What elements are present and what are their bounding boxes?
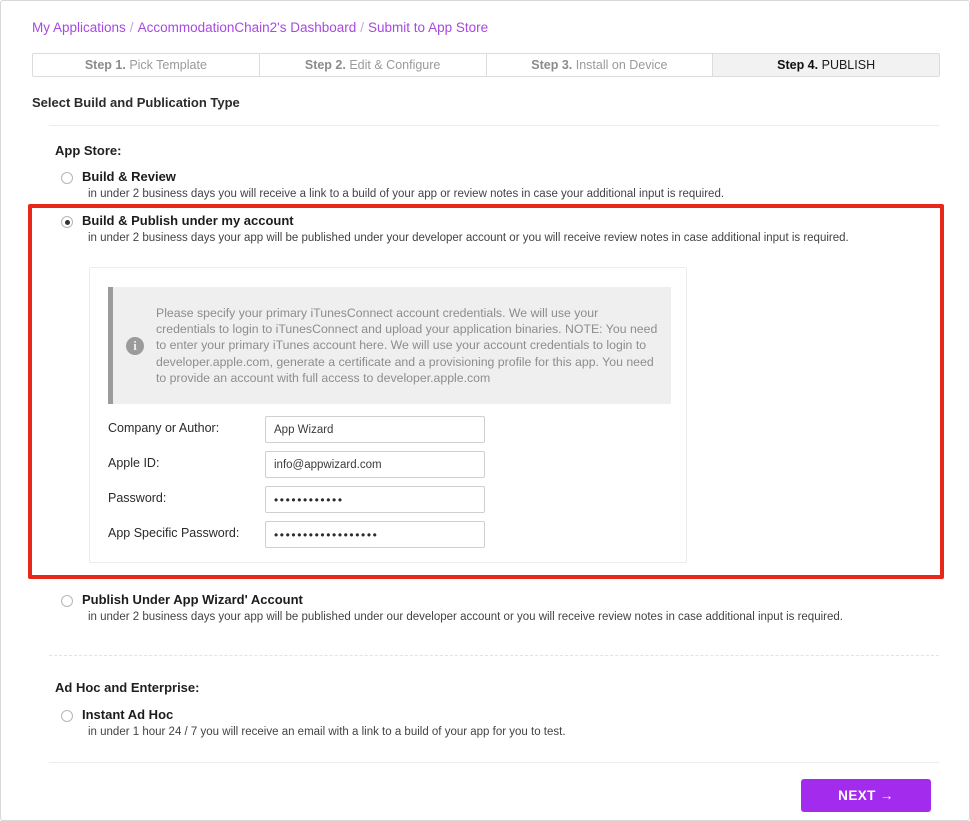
breadcrumb-item-dashboard[interactable]: AccommodationChain2's Dashboard — [138, 20, 357, 35]
tab-step-1-number: Step 1. — [84, 58, 126, 72]
field-row-app-specific-password: App Specific Password: — [108, 521, 671, 548]
wizard-steps: Step 1. Pick Template Step 2. Edit & Con… — [32, 53, 940, 77]
breadcrumb: My Applications / AccommodationChain2's Da… — [32, 20, 488, 35]
option-build-publish-desc: in under 2 business days your app will b… — [88, 232, 849, 244]
breadcrumb-separator: / — [129, 20, 134, 35]
tab-step-2[interactable]: Step 2. Edit & Configure — [260, 54, 487, 76]
radio-instant-ad-hoc[interactable] — [61, 710, 73, 722]
divider-footer — [49, 762, 939, 763]
label-app-specific-password: App Specific Password: — [108, 526, 240, 540]
tab-step-4[interactable]: Step 4. PUBLISH — [713, 54, 939, 76]
submit-to-app-store-page: My Applications / AccommodationChain2's Da… — [0, 0, 970, 821]
divider-dashed — [49, 655, 939, 656]
field-row-apple-id: Apple ID: — [108, 451, 671, 478]
option-instant-ad-hoc-title: Instant Ad Hoc — [82, 707, 174, 722]
label-company-or-author: Company or Author: — [108, 421, 220, 435]
tab-step-2-number: Step 2. — [304, 58, 346, 72]
info-notice-text: Please specify your primary iTunesConnec… — [156, 305, 658, 385]
apple-id-input[interactable] — [265, 451, 485, 478]
breadcrumb-item-submit-to-app-store[interactable]: Submit to App Store — [368, 20, 488, 35]
radio-build-review[interactable] — [61, 172, 73, 184]
company-or-author-input[interactable] — [265, 416, 485, 443]
tab-step-4-number: Step 4. — [777, 58, 819, 72]
radio-publish-under-app-wizard[interactable] — [61, 595, 73, 607]
radio-build-publish-my-account[interactable] — [61, 216, 73, 228]
group-title-app-store: App Store: — [55, 143, 122, 158]
breadcrumb-separator: / — [360, 20, 365, 35]
option-publish-under-app-wizard-title: Publish Under App Wizard' Account — [82, 592, 303, 607]
option-publish-under-app-wizard[interactable]: Publish Under App Wizard' Account in und… — [61, 592, 911, 625]
option-build-publish-title: Build & Publish under my account — [82, 213, 294, 228]
option-publish-under-app-wizard-desc: in under 2 business days your app will b… — [88, 611, 843, 623]
option-instant-ad-hoc-desc: in under 1 hour 24 / 7 you will receive … — [88, 726, 566, 738]
breadcrumb-item-my-applications[interactable]: My Applications — [32, 20, 126, 35]
option-build-publish-my-account[interactable]: Build & Publish under my account in unde… — [61, 213, 911, 246]
credentials-panel: i Please specify your primary iTunesConn… — [89, 267, 687, 563]
option-instant-ad-hoc[interactable]: Instant Ad Hoc in under 1 hour 24 / 7 yo… — [61, 707, 911, 740]
tab-step-2-label: Edit & Configure — [349, 58, 441, 72]
app-specific-password-input[interactable] — [265, 521, 485, 548]
tab-step-1-label: Pick Template — [129, 58, 207, 72]
tab-step-1[interactable]: Step 1. Pick Template — [33, 54, 260, 76]
group-title-ad-hoc: Ad Hoc and Enterprise: — [55, 680, 200, 695]
tab-step-3[interactable]: Step 3. Install on Device — [487, 54, 714, 76]
page-title: Select Build and Publication Type — [32, 95, 240, 110]
tab-step-4-label: PUBLISH — [821, 58, 876, 72]
info-icon: i — [126, 336, 144, 355]
divider-top — [49, 125, 939, 126]
info-notice: i Please specify your primary iTunesConn… — [108, 287, 671, 404]
option-build-review[interactable]: Build & Review in under 2 business days … — [61, 169, 941, 202]
label-password: Password: — [108, 491, 167, 505]
option-build-review-desc: in under 2 business days you will receiv… — [88, 188, 725, 200]
label-apple-id: Apple ID: — [108, 456, 160, 470]
field-row-company: Company or Author: — [108, 416, 671, 443]
next-button[interactable]: NEXT → — [801, 779, 931, 812]
tab-step-3-label: Install on Device — [575, 58, 668, 72]
option-build-review-title: Build & Review — [82, 169, 176, 184]
tab-step-3-number: Step 3. — [531, 58, 573, 72]
password-input[interactable] — [265, 486, 485, 513]
field-row-password: Password: — [108, 486, 671, 513]
